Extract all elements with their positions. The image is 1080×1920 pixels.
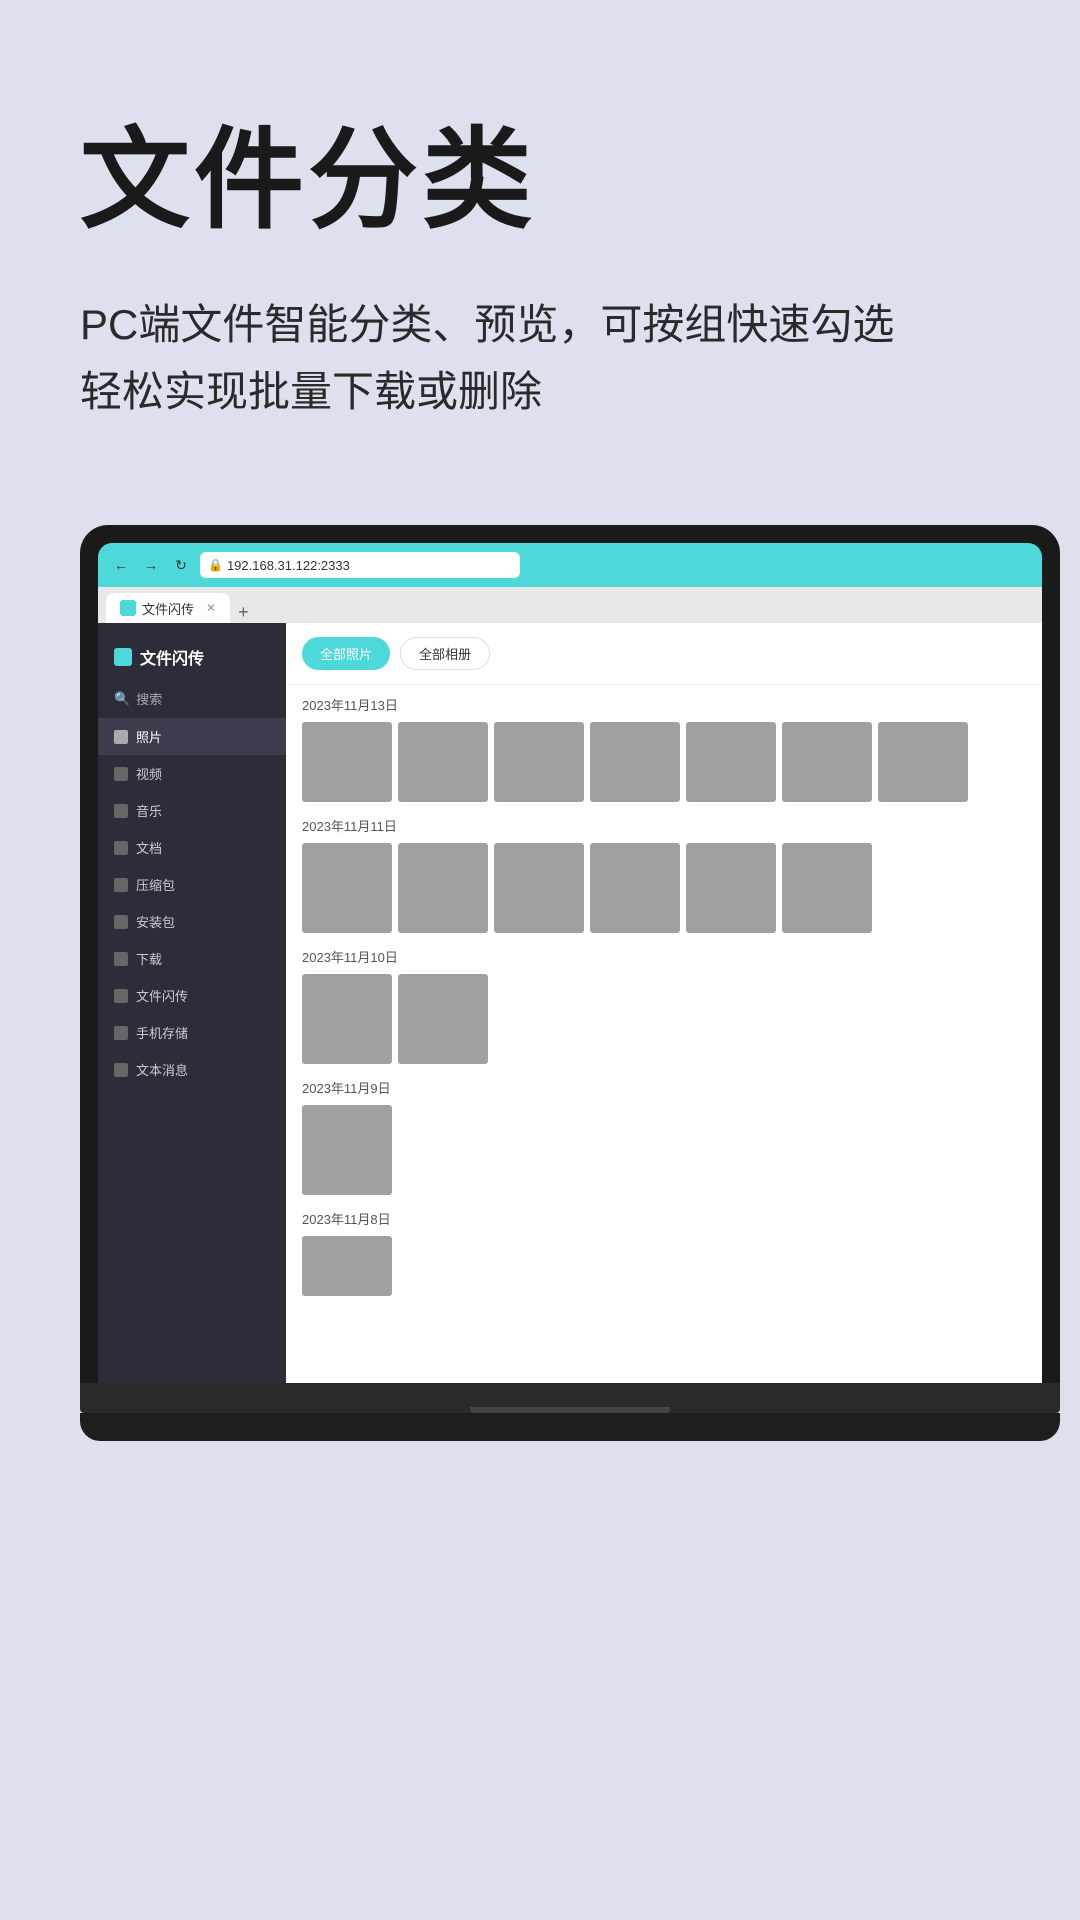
- app-logo-icon: [114, 648, 132, 666]
- sidebar-item-music[interactable]: 音乐: [98, 792, 286, 829]
- photo-grid-nov10: [302, 974, 1026, 1064]
- browser-tab-active[interactable]: 文件闪传 ✕: [106, 593, 230, 623]
- text-msg-label: 文本消息: [136, 1060, 188, 1079]
- sidebar-item-zip[interactable]: 压缩包: [98, 866, 286, 903]
- laptop-screen: ← → ↻ 🔒 192.168.31.122:2333 文件闪传: [98, 543, 1042, 1383]
- url-bar[interactable]: 🔒 192.168.31.122:2333: [200, 552, 520, 578]
- sidebar: 文件闪传 🔍 搜索 照片: [98, 623, 286, 1383]
- sidebar-item-phone[interactable]: 手机存储: [98, 1014, 286, 1051]
- docs-label: 文档: [136, 838, 162, 857]
- new-tab-button[interactable]: +: [230, 602, 257, 623]
- photo-thumb[interactable]: [782, 722, 872, 802]
- photo-grid-nov8: [302, 1236, 1026, 1296]
- back-button[interactable]: ←: [110, 554, 132, 576]
- phone-icon: [114, 1026, 128, 1040]
- photo-thumb[interactable]: [398, 722, 488, 802]
- search-label: 搜索: [136, 689, 162, 708]
- url-text: 192.168.31.122:2333: [227, 558, 350, 573]
- browser-toolbar: ← → ↻ 🔒 192.168.31.122:2333: [98, 543, 1042, 587]
- flash-label: 文件闪传: [136, 986, 188, 1005]
- photo-thumb[interactable]: [782, 843, 872, 933]
- sidebar-item-flash[interactable]: 文件闪传: [98, 977, 286, 1014]
- photo-thumb[interactable]: [590, 722, 680, 802]
- music-icon: [114, 804, 128, 818]
- app-name: 文件闪传: [140, 645, 204, 669]
- videos-label: 视频: [136, 764, 162, 783]
- sidebar-item-photos[interactable]: 照片: [98, 718, 286, 755]
- photos-icon: [114, 730, 128, 744]
- group-date-nov9: 2023年11月9日: [302, 1078, 1026, 1097]
- photo-group-nov11: 2023年11月11日: [302, 816, 1026, 933]
- sidebar-search[interactable]: 🔍 搜索: [98, 683, 286, 714]
- hero-section: 文件分类 PC端文件智能分类、预览，可按组快速勾选 轻松实现批量下载或删除: [0, 0, 1080, 485]
- refresh-button[interactable]: ↻: [170, 554, 192, 576]
- photo-thumb[interactable]: [302, 843, 392, 933]
- main-content: 全部照片 全部相册 2023年11月13日: [286, 623, 1042, 1383]
- photo-group-nov9: 2023年11月9日: [302, 1078, 1026, 1195]
- photo-groups-container: 2023年11月13日: [286, 685, 1042, 1383]
- sidebar-item-docs[interactable]: 文档: [98, 829, 286, 866]
- docs-icon: [114, 841, 128, 855]
- page-title: 文件分类: [80, 120, 1000, 241]
- videos-icon: [114, 767, 128, 781]
- photo-group-nov10: 2023年11月10日: [302, 947, 1026, 1064]
- zip-icon: [114, 878, 128, 892]
- photo-thumb[interactable]: [878, 722, 968, 802]
- subtitle-line2: 轻松实现批量下载或删除: [80, 368, 542, 415]
- phone-label: 手机存储: [136, 1023, 188, 1042]
- photo-group-nov8: 2023年11月8日: [302, 1209, 1026, 1296]
- tab-favicon: [120, 600, 136, 616]
- sidebar-item-videos[interactable]: 视频: [98, 755, 286, 792]
- download-label: 下载: [136, 949, 162, 968]
- laptop-frame: ← → ↻ 🔒 192.168.31.122:2333 文件闪传: [80, 525, 1060, 1383]
- filter-all-albums[interactable]: 全部相册: [400, 637, 490, 670]
- photo-thumb[interactable]: [398, 843, 488, 933]
- tab-label: 文件闪传: [142, 599, 194, 618]
- photo-thumb[interactable]: [494, 722, 584, 802]
- text-msg-icon: [114, 1063, 128, 1077]
- laptop-section: ← → ↻ 🔒 192.168.31.122:2333 文件闪传: [0, 525, 1080, 1920]
- laptop-base: [80, 1383, 1060, 1413]
- subtitle-line1: PC端文件智能分类、预览，可按组快速勾选: [80, 301, 894, 348]
- photo-thumb[interactable]: [590, 843, 680, 933]
- sidebar-item-download[interactable]: 下载: [98, 940, 286, 977]
- group-date-nov8: 2023年11月8日: [302, 1209, 1026, 1228]
- photo-grid-nov9: [302, 1105, 1026, 1195]
- tab-close-button[interactable]: ✕: [206, 601, 216, 615]
- page: 文件分类 PC端文件智能分类、预览，可按组快速勾选 轻松实现批量下载或删除 ← …: [0, 0, 1080, 1920]
- photo-thumb[interactable]: [686, 722, 776, 802]
- forward-button[interactable]: →: [140, 554, 162, 576]
- photo-grid-nov13: [302, 722, 1026, 802]
- photo-group-nov13: 2023年11月13日: [302, 695, 1026, 802]
- photo-thumb[interactable]: [302, 1236, 392, 1296]
- photo-thumb[interactable]: [398, 974, 488, 1064]
- zip-label: 压缩包: [136, 875, 175, 894]
- install-icon: [114, 915, 128, 929]
- sidebar-title: 文件闪传: [98, 637, 286, 683]
- filter-bar: 全部照片 全部相册: [286, 623, 1042, 685]
- sidebar-item-install[interactable]: 安装包: [98, 903, 286, 940]
- sidebar-item-text[interactable]: 文本消息: [98, 1051, 286, 1088]
- music-label: 音乐: [136, 801, 162, 820]
- flash-icon: [114, 989, 128, 1003]
- photo-thumb[interactable]: [494, 843, 584, 933]
- photo-thumb[interactable]: [302, 722, 392, 802]
- photo-thumb[interactable]: [686, 843, 776, 933]
- search-icon: 🔍: [114, 691, 130, 707]
- app-window: 文件闪传 🔍 搜索 照片: [98, 623, 1042, 1383]
- group-date-nov13: 2023年11月13日: [302, 695, 1026, 714]
- photo-thumb[interactable]: [302, 1105, 392, 1195]
- hero-subtitle: PC端文件智能分类、预览，可按组快速勾选 轻松实现批量下载或删除: [80, 291, 1000, 425]
- laptop-stand: [80, 1413, 1060, 1441]
- group-date-nov11: 2023年11月11日: [302, 816, 1026, 835]
- group-date-nov10: 2023年11月10日: [302, 947, 1026, 966]
- filter-all-photos[interactable]: 全部照片: [302, 637, 390, 670]
- browser-tabs-bar: 文件闪传 ✕ +: [98, 587, 1042, 623]
- photo-thumb[interactable]: [302, 974, 392, 1064]
- laptop-mockup: ← → ↻ 🔒 192.168.31.122:2333 文件闪传: [80, 525, 1060, 1920]
- download-icon: [114, 952, 128, 966]
- photos-label: 照片: [136, 727, 162, 746]
- photo-grid-nov11: [302, 843, 1026, 933]
- install-label: 安装包: [136, 912, 175, 931]
